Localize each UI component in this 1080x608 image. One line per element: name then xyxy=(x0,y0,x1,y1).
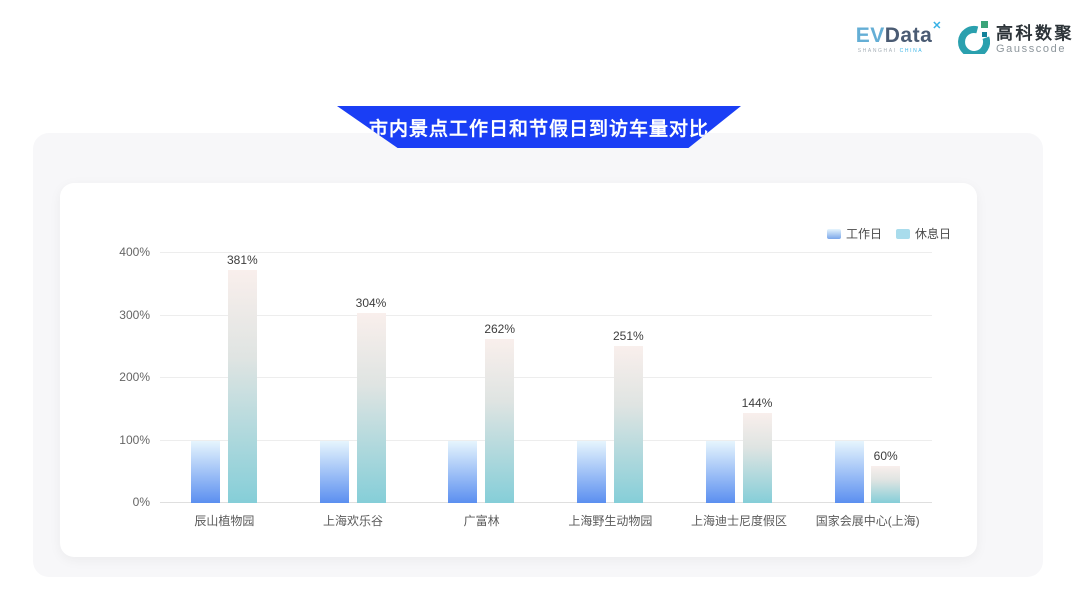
title-banner: 市内景点工作日和节假日到访车量对比 xyxy=(337,106,741,148)
category-label: 广富林 xyxy=(417,512,546,529)
bar-value-label: 381% xyxy=(227,253,258,267)
bar-group: 304% xyxy=(289,253,418,503)
bar-restday[interactable] xyxy=(228,270,257,503)
bar-workday[interactable] xyxy=(577,441,606,504)
legend-label: 休息日 xyxy=(915,225,951,242)
category-label: 国家会展中心(上海) xyxy=(803,512,932,529)
chart-legend: 工作日 休息日 xyxy=(827,225,951,242)
workday-bar-column xyxy=(835,253,864,503)
bar-group: 381% xyxy=(160,253,289,503)
category-label: 上海迪士尼度假区 xyxy=(675,512,804,529)
gausscode-logo: 高科数聚 Gausscode xyxy=(958,20,1074,59)
bar-workday[interactable] xyxy=(835,441,864,504)
bar-group: 144% xyxy=(675,253,804,503)
legend-label: 工作日 xyxy=(846,225,882,242)
bar-group: 251% xyxy=(546,253,675,503)
bar-workday[interactable] xyxy=(320,441,349,504)
bar-group: 262% xyxy=(417,253,546,503)
category-label: 上海欢乐谷 xyxy=(289,512,418,529)
bar-restday[interactable] xyxy=(485,339,514,503)
content-panel: 工作日 休息日 0% 100% 200% 300% 400% 381% 304% 262% 251… xyxy=(33,133,1043,577)
category-label: 辰山植物园 xyxy=(160,512,289,529)
y-axis-tick: 0% xyxy=(90,495,150,509)
bar-workday[interactable] xyxy=(191,441,220,504)
restday-bar-column: 144% xyxy=(742,253,773,503)
bar-restday[interactable] xyxy=(614,346,643,503)
bar-workday[interactable] xyxy=(448,441,477,504)
y-axis-tick: 200% xyxy=(90,370,150,384)
workday-bar-column xyxy=(577,253,606,503)
gausscode-g-icon xyxy=(958,20,990,59)
bar-groups: 381% 304% 262% 251% 144% 60% xyxy=(160,253,932,503)
bar-value-label: 251% xyxy=(613,329,644,343)
bar-value-label: 60% xyxy=(874,449,898,463)
bar-value-label: 304% xyxy=(356,296,387,310)
restday-bar-column: 60% xyxy=(871,253,900,503)
bar-group: 60% xyxy=(803,253,932,503)
legend-item-restday[interactable]: 休息日 xyxy=(896,225,951,242)
legend-item-workday[interactable]: 工作日 xyxy=(827,225,882,242)
category-axis: 辰山植物园上海欢乐谷广富林上海野生动物园上海迪士尼度假区国家会展中心(上海) xyxy=(160,512,932,529)
evdata-tagline: SHANGHAI CHINA xyxy=(856,49,942,54)
legend-swatch xyxy=(827,229,841,239)
bar-value-label: 144% xyxy=(742,396,773,410)
page: EVData✕ SHANGHAI CHINA 高科数聚 Gausscode 工作… xyxy=(0,0,1080,608)
legend-swatch xyxy=(896,229,910,239)
bar-workday[interactable] xyxy=(706,441,735,504)
evdata-logo: EVData✕ SHANGHAI CHINA xyxy=(856,25,942,54)
workday-bar-column xyxy=(448,253,477,503)
chart-card: 工作日 休息日 0% 100% 200% 300% 400% 381% 304% 262% 251… xyxy=(60,183,977,557)
evdata-wordmark: EVData✕ xyxy=(856,25,942,46)
gausscode-cn-name: 高科数聚 xyxy=(996,25,1074,42)
logo-bar: EVData✕ SHANGHAI CHINA 高科数聚 Gausscode xyxy=(856,20,1074,59)
bar-restday[interactable] xyxy=(743,413,772,503)
gausscode-en-name: Gausscode xyxy=(996,44,1074,55)
bar-value-label: 262% xyxy=(484,322,515,336)
bar-restday[interactable] xyxy=(357,313,386,503)
y-axis-tick: 300% xyxy=(90,308,150,322)
bar-restday[interactable] xyxy=(871,466,900,504)
gausscode-text: 高科数聚 Gausscode xyxy=(996,25,1074,55)
workday-bar-column xyxy=(706,253,735,503)
restday-bar-column: 251% xyxy=(613,253,644,503)
restday-bar-column: 381% xyxy=(227,253,258,503)
chart-plot-area: 0%100%200%300%400%381%304%262%251%144%60… xyxy=(160,253,932,503)
restday-bar-column: 262% xyxy=(484,253,515,503)
restday-bar-column: 304% xyxy=(356,253,387,503)
workday-bar-column xyxy=(320,253,349,503)
banner-title: 市内景点工作日和节假日到访车量对比 xyxy=(369,114,709,141)
category-label: 上海野生动物园 xyxy=(546,512,675,529)
y-axis-tick: 100% xyxy=(90,433,150,447)
evdata-x-icon: ✕ xyxy=(932,20,942,32)
workday-bar-column xyxy=(191,253,220,503)
y-axis-tick: 400% xyxy=(90,245,150,259)
